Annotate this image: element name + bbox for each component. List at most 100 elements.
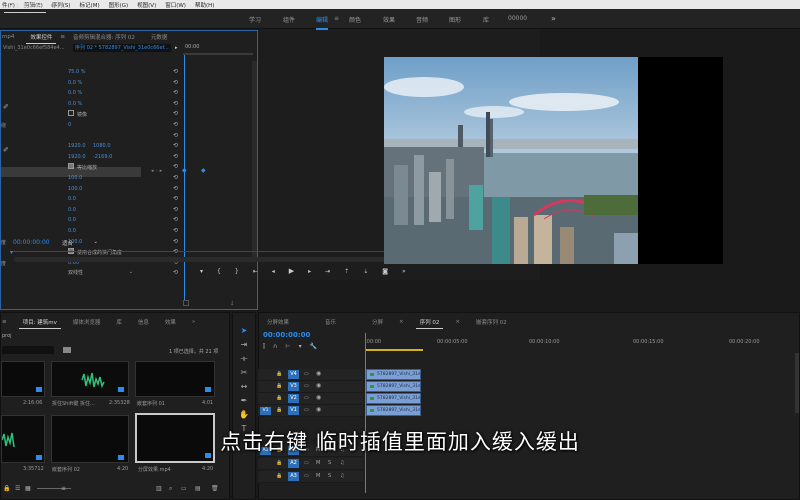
mute-button[interactable]: M xyxy=(316,460,320,466)
lock-track-icon[interactable]: 🔒 xyxy=(276,395,282,401)
microphone-icon[interactable]: ♫ xyxy=(340,460,344,466)
step-forward-icon[interactable]: ▸ xyxy=(308,268,311,275)
property-value[interactable]: 0.0 xyxy=(68,207,76,213)
workspace-menu-icon[interactable]: ≡ xyxy=(334,15,339,22)
timeline-vertical-scrollbar[interactable] xyxy=(795,353,799,413)
track-target[interactable]: V2 xyxy=(288,394,299,403)
property-value[interactable]: 1920.0 xyxy=(68,143,86,149)
property-value[interactable]: 0.0 xyxy=(68,228,76,234)
automate-to-sequence-icon[interactable]: ▥ xyxy=(156,485,162,492)
track-select-tool-icon[interactable]: ⇥ xyxy=(238,339,250,350)
timeline-settings-icon[interactable]: 🔧 xyxy=(310,343,317,351)
property-value[interactable]: 100.0 xyxy=(68,186,82,192)
mark-out-icon[interactable]: } xyxy=(235,268,239,275)
more-tabs-icon[interactable]: » xyxy=(184,319,203,325)
track-target[interactable]: A2 xyxy=(288,459,299,468)
project-search-input[interactable] xyxy=(2,346,54,354)
property-checkbox[interactable] xyxy=(68,110,74,117)
slip-tool-icon[interactable]: ↔ xyxy=(238,381,250,392)
sequence-tab-split-screen[interactable]: 分屏 xyxy=(364,318,391,326)
workspace-tab-effects[interactable]: 效果 xyxy=(383,15,395,24)
workspace-tab-edit[interactable]: 编辑 xyxy=(316,15,329,30)
program-menu-icon[interactable]: ≡ xyxy=(50,3,55,9)
vertical-scrollbar[interactable] xyxy=(252,61,257,261)
delete-icon[interactable]: 🗑 xyxy=(211,485,219,492)
effect-property-row[interactable]: 使用合成的快门角度⟲ xyxy=(1,247,183,257)
selection-tool-icon[interactable]: ➤ xyxy=(238,325,250,336)
go-to-in-icon[interactable]: ⇤ xyxy=(253,268,258,275)
effect-property-row[interactable]: 0.0 % ⟲ xyxy=(1,88,183,98)
export-frame-icon[interactable]: ◙ xyxy=(382,268,388,275)
video-clip[interactable]: 5782897_Vishi_31e0c xyxy=(366,393,421,404)
reset-parameter-icon[interactable]: ⟲ xyxy=(173,185,178,192)
razor-tool-icon[interactable]: ✂ xyxy=(238,367,250,378)
eye-icon[interactable]: ◉ xyxy=(316,406,321,413)
lock-track-icon[interactable]: 🔒 xyxy=(276,460,282,466)
property-value[interactable]: 75.0 % xyxy=(68,69,85,75)
project-item-name-2[interactable]: 拆住Shift键 拆住... xyxy=(52,400,95,407)
property-value-2[interactable]: -2169.0 xyxy=(93,154,112,160)
insert-icon[interactable]: ⊢ xyxy=(285,343,290,351)
reset-parameter-icon[interactable]: ⟲ xyxy=(173,153,178,160)
ripple-edit-tool-icon[interactable]: ⟛ xyxy=(238,353,250,364)
reset-parameter-icon[interactable]: ⟲ xyxy=(173,132,178,139)
footer-icon[interactable]: ⤓ xyxy=(231,300,233,306)
property-value-2[interactable]: 1080.0 xyxy=(93,143,111,149)
close-tab-icon[interactable]: × xyxy=(391,319,412,325)
fit-dropdown[interactable]: 适合 ⌄ xyxy=(62,239,98,247)
close-tab-icon-2[interactable]: × xyxy=(447,319,468,325)
workspace-tab-color[interactable]: 颜色 xyxy=(349,15,361,24)
mute-button[interactable]: M xyxy=(316,473,320,479)
reset-parameter-icon[interactable]: ⟲ xyxy=(173,142,178,149)
reset-parameter-icon[interactable]: ⟲ xyxy=(173,79,178,86)
workspace-tab-audio[interactable]: 音频 xyxy=(416,15,428,24)
tab-program[interactable]: 节目: 序列 02 xyxy=(0,2,50,13)
workspace-tab-custom[interactable]: 00000 xyxy=(508,15,527,22)
track-target[interactable]: V3 xyxy=(288,382,299,391)
reset-parameter-icon[interactable]: ⟲ xyxy=(173,121,178,128)
lock-track-icon[interactable]: 🔒 xyxy=(276,473,282,479)
effect-property-row[interactable]: 等比缩放 ⟲ xyxy=(1,162,183,172)
sync-lock-icon[interactable]: ▭ xyxy=(304,460,309,466)
reset-parameter-icon[interactable]: ⟲ xyxy=(173,238,178,245)
more-workspaces-icon[interactable]: » xyxy=(551,14,556,23)
track-header-a2[interactable]: 🔒 A2 ▭ M S ♫ xyxy=(258,458,363,470)
new-bin-icon[interactable] xyxy=(63,347,71,353)
extract-icon[interactable]: ⇣ xyxy=(363,268,368,275)
sort-icon[interactable]: ≡ xyxy=(61,485,66,492)
sequence-tab-nested-02[interactable]: 嵌套序列 02 xyxy=(468,318,515,326)
effect-property-row[interactable]: 0.0 ⟲ xyxy=(1,226,183,236)
lock-icon[interactable]: 🔒 xyxy=(3,485,10,492)
reset-parameter-icon[interactable]: ⟲ xyxy=(173,206,178,213)
lock-track-icon[interactable]: 🔒 xyxy=(276,371,282,377)
effect-property-row[interactable]: 0.0 % ⟲ xyxy=(1,78,183,88)
filter-icon[interactable] xyxy=(183,300,189,306)
project-item-name-5[interactable]: 嵌套序列 02 xyxy=(52,466,80,473)
mini-timeline-ruler[interactable] xyxy=(183,53,253,55)
effect-property-row[interactable]: 0.0 ⟲ xyxy=(1,205,183,215)
mark-in-icon[interactable]: { xyxy=(217,268,221,275)
step-back-icon[interactable]: ◂ xyxy=(272,268,275,275)
track-target[interactable]: A3 xyxy=(288,472,299,481)
sequence-tab-music[interactable]: 音乐 xyxy=(317,318,344,326)
track-target[interactable]: V1 xyxy=(288,406,299,415)
tab-audio-mixer[interactable]: 音频剪辑混合器: 序列 02 xyxy=(65,33,143,41)
list-view-icon[interactable]: ☰ xyxy=(15,485,20,492)
icon-view-icon[interactable]: ▦ xyxy=(25,485,31,492)
tab-effects[interactable]: 效果 xyxy=(157,318,184,326)
sequence-tab-02[interactable]: 序列 02 xyxy=(412,318,448,329)
lock-track-icon[interactable]: 🔒 xyxy=(276,383,282,389)
reset-parameter-icon[interactable]: ⟲ xyxy=(173,227,178,234)
video-clip[interactable]: 5782897_Vishi_31e0c xyxy=(366,405,421,416)
pen-tool-icon[interactable]: ✒ xyxy=(238,395,250,406)
project-item-name-6[interactable]: 分屏效果.mp4 xyxy=(138,466,171,473)
sequence-tab-split[interactable]: 分屏效果 xyxy=(259,318,297,326)
track-header-v2[interactable]: 🔒 V2 ▭ ◉ xyxy=(258,393,363,405)
timeline-ruler[interactable]: :00:00 00:00:05:00 00:00:10:00 00:00:15:00 0… xyxy=(365,333,795,347)
property-checkbox[interactable] xyxy=(68,163,74,170)
property-value[interactable]: 0.0 % xyxy=(68,80,82,86)
effect-property-row[interactable]: 100.0 ⟲ xyxy=(1,173,183,183)
marker-icon[interactable]: ▾ xyxy=(200,268,203,275)
property-value[interactable]: 0.0 % xyxy=(68,101,82,107)
find-icon[interactable]: ⌕ xyxy=(169,485,172,493)
